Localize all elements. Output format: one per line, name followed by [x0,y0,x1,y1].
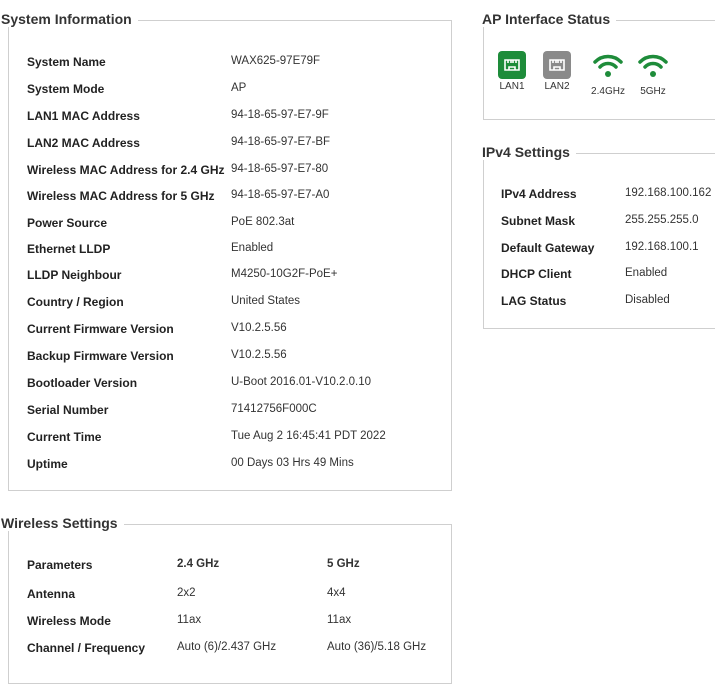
sysinfo-value: 94-18-65-97-E7-BF [231,136,331,148]
ipv4-value: 192.168.100.1 [625,241,699,253]
sysinfo-label: Bootloader Version [27,376,138,390]
ipv4-value: 192.168.100.162 [625,187,712,199]
sysinfo-value: 94-18-65-97-E7-9F [231,109,329,121]
sysinfo-value: V10.2.5.56 [231,349,287,361]
port-lan2[interactable]: LAN2 [535,51,579,92]
wireless-header-5ghz: 5 GHz [327,558,360,570]
sysinfo-label: LLDP Neighbour [27,268,122,282]
wireless-settings-title: Wireless Settings [1,515,124,531]
ipv4-settings-title: IPv4 Settings [482,144,576,160]
wireless-value-5ghz: 4x4 [327,587,346,599]
sysinfo-label: Country / Region [27,295,124,309]
port-label: 5GHz [640,86,666,97]
port-lan1[interactable]: LAN1 [490,51,534,92]
ipv4-label: Subnet Mask [501,214,576,228]
wireless-header-parameters: Parameters [27,558,93,572]
sysinfo-value: PoE 802.3at [231,216,295,228]
sysinfo-value: 00 Days 03 Hrs 49 Mins [231,457,354,469]
wireless-label: Wireless Mode [27,614,111,628]
ipv4-label: DHCP Client [501,267,572,281]
wifi-icon [638,54,668,77]
sysinfo-label: Power Source [27,216,108,230]
sysinfo-value: Tue Aug 2 16:45:41 PDT 2022 [231,430,386,442]
port-label: LAN1 [499,81,525,92]
ethernet-port-icon [543,51,571,79]
sysinfo-label: Current Time [27,430,102,444]
ipv4-value: Enabled [625,267,668,279]
ethernet-port-icon [498,51,526,79]
sysinfo-label: System Mode [27,82,105,96]
ap-interface-status-panel: AP Interface Status LAN1 LAN2 2.4GHz 5GH… [482,11,715,120]
wireless-settings-panel: Wireless Settings Parameters 2.4 GHz 5 G… [1,515,452,684]
wifi-icon [593,54,623,77]
sysinfo-label: Serial Number [27,403,109,417]
sysinfo-value: United States [231,295,301,307]
sysinfo-value: 94-18-65-97-E7-80 [231,163,329,175]
sysinfo-label: LAN1 MAC Address [27,109,140,123]
sysinfo-value: Enabled [231,242,274,254]
sysinfo-value: U-Boot 2016.01-V10.2.0.10 [231,376,372,388]
wireless-label: Channel / Frequency [27,641,146,655]
port-label: LAN2 [544,81,570,92]
radio-2-4ghz[interactable]: 2.4GHz [586,51,630,97]
radio-5ghz[interactable]: 5GHz [631,51,675,97]
sysinfo-value: AP [231,82,247,94]
sysinfo-label: LAN2 MAC Address [27,136,140,150]
sysinfo-label: Uptime [27,457,68,471]
wireless-value-2-4ghz: Auto (6)/2.437 GHz [177,641,277,653]
system-information-title: System Information [1,11,138,27]
sysinfo-value: M4250-10G2F-PoE+ [231,268,338,280]
sysinfo-value: 94-18-65-97-E7-A0 [231,189,330,201]
wireless-value-2-4ghz: 11ax [177,614,202,626]
wireless-label: Antenna [27,587,75,601]
system-information-panel: System Information System Name WAX625-97E… [1,11,452,491]
ipv4-label: IPv4 Address [501,187,577,201]
ipv4-label: Default Gateway [501,241,595,255]
wireless-value-5ghz: 11ax [327,614,352,626]
ipv4-label: LAG Status [501,294,567,308]
ipv4-settings-panel: IPv4 Settings IPv4 Address 192.168.100.16… [482,144,715,329]
sysinfo-value: WAX625-97E79F [231,55,321,67]
sysinfo-label: System Name [27,55,106,69]
wireless-header-2-4ghz: 2.4 GHz [177,558,220,570]
sysinfo-label: Wireless MAC Address for 2.4 GHz [27,163,225,177]
wireless-value-2-4ghz: 2x2 [177,587,196,599]
port-label: 2.4GHz [591,86,625,97]
ap-interface-status-title: AP Interface Status [482,11,617,27]
sysinfo-label: Wireless MAC Address for 5 GHz [27,189,215,203]
sysinfo-value: 71412756F000C [231,403,317,415]
sysinfo-value: V10.2.5.56 [231,322,287,334]
ipv4-value: Disabled [625,294,670,306]
sysinfo-label: Ethernet LLDP [27,242,111,256]
sysinfo-label: Current Firmware Version [27,322,174,336]
sysinfo-label: Backup Firmware Version [27,349,174,363]
ipv4-value: 255.255.255.0 [625,214,699,226]
wireless-value-5ghz: Auto (36)/5.18 GHz [327,641,427,653]
